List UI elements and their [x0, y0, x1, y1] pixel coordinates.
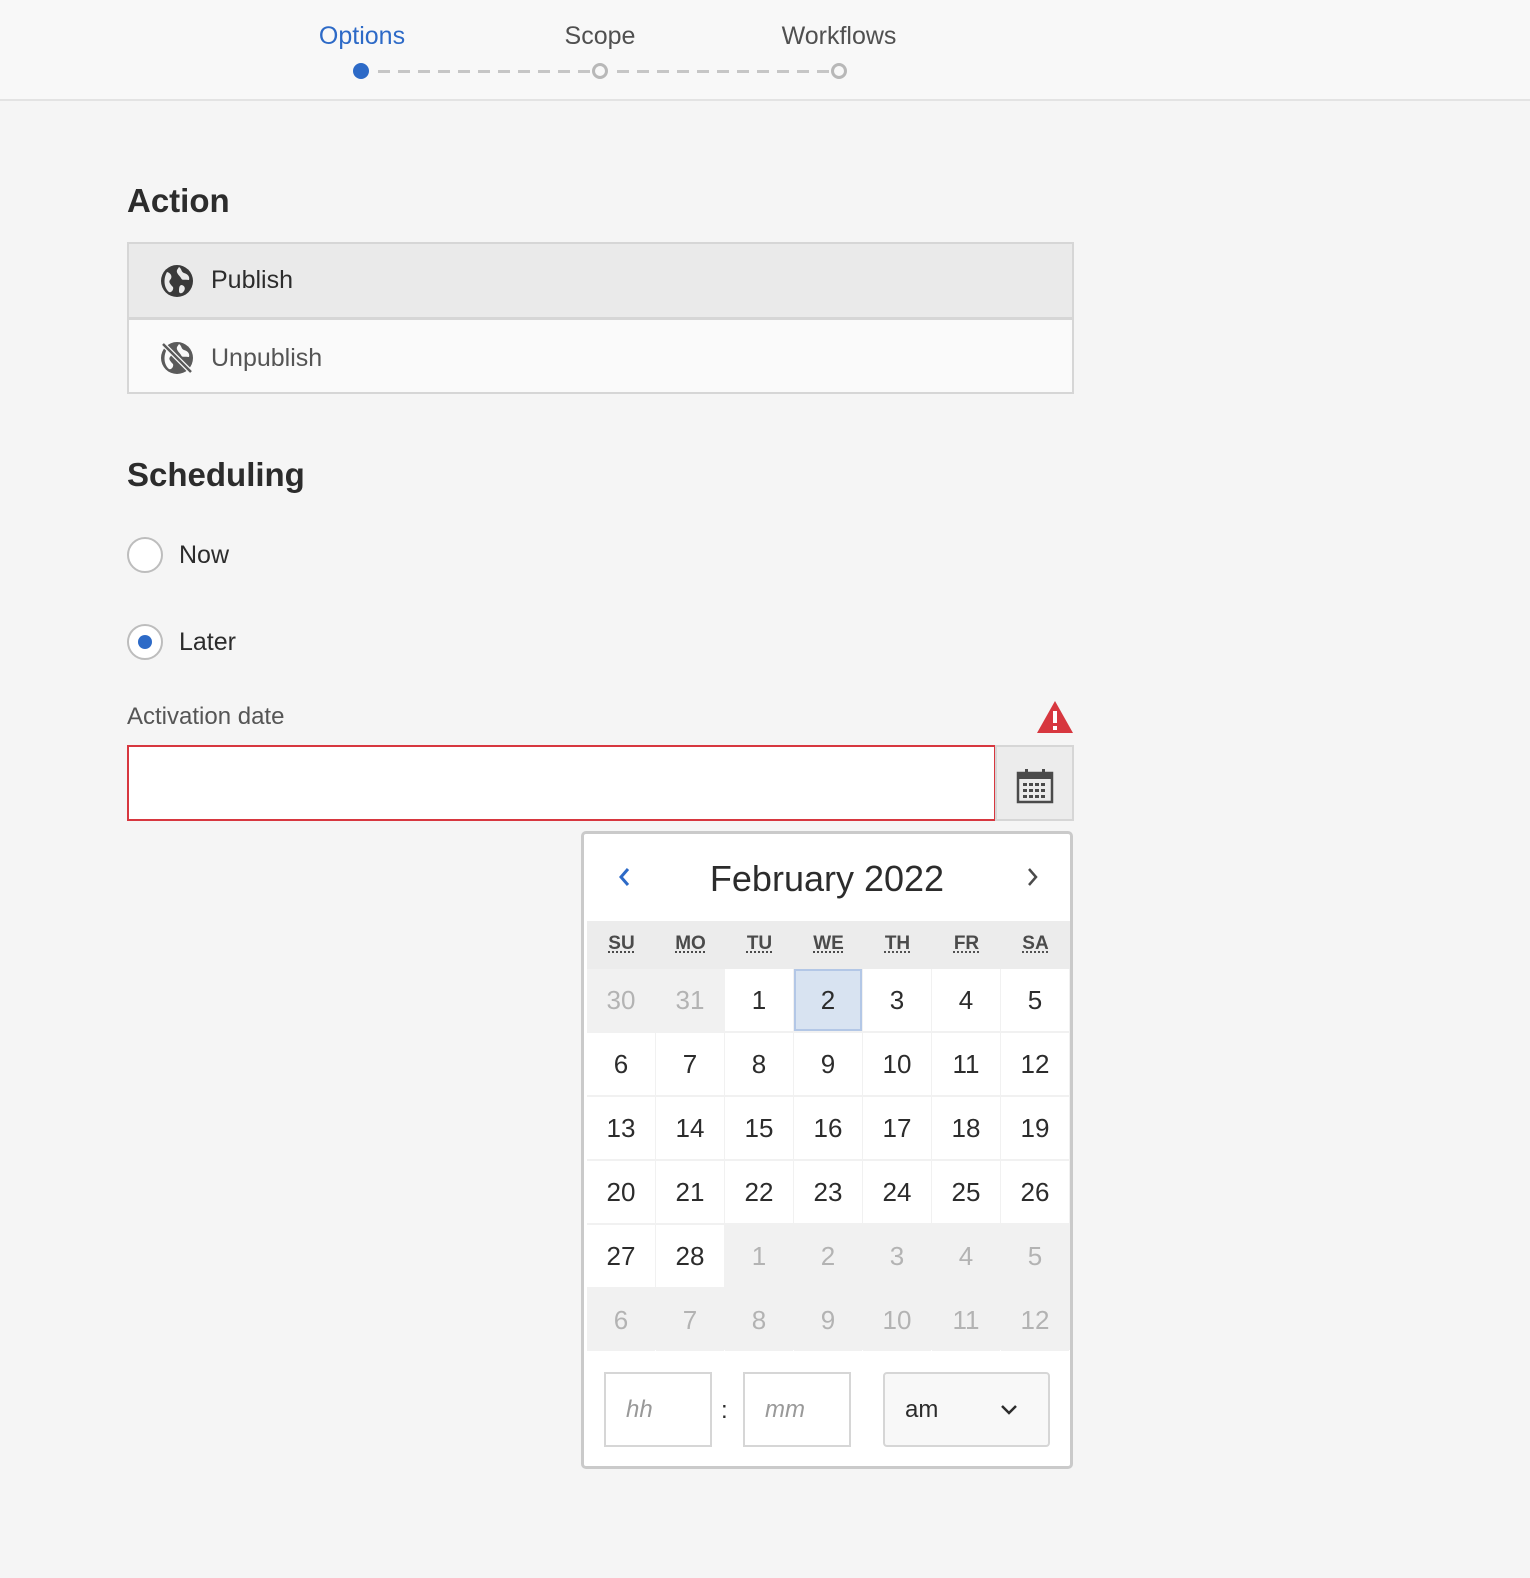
- step-connector: [617, 70, 829, 73]
- calendar-day[interactable]: 27: [587, 1225, 655, 1287]
- calendar-day[interactable]: 4: [932, 969, 1000, 1031]
- radio-label: Later: [179, 627, 236, 656]
- action-item-publish[interactable]: Publish: [129, 244, 1072, 320]
- calendar-header: February 2022: [584, 834, 1070, 920]
- step-workflows-dot[interactable]: [831, 63, 847, 79]
- calendar-day-outside-month[interactable]: 7: [656, 1289, 724, 1351]
- minute-input[interactable]: mm: [743, 1372, 851, 1447]
- alert-icon: [1037, 701, 1073, 733]
- radio-button[interactable]: [127, 624, 163, 660]
- calendar-day-outside-month[interactable]: 6: [587, 1289, 655, 1351]
- radio-later[interactable]: Later: [127, 624, 236, 660]
- radio-label: Now: [179, 540, 230, 569]
- calendar-day[interactable]: 25: [932, 1161, 1000, 1223]
- radio-button[interactable]: [127, 537, 163, 573]
- calendar-day[interactable]: 1: [725, 969, 793, 1031]
- weekday-label: TU: [746, 933, 773, 954]
- calendar-day-outside-month[interactable]: 1: [725, 1225, 793, 1287]
- calendar-day[interactable]: 10: [863, 1033, 931, 1095]
- calendar-day[interactable]: 9: [794, 1033, 862, 1095]
- chevron-down-icon: [1001, 1405, 1017, 1415]
- globe-off-icon: [161, 342, 193, 374]
- action-item-label: Publish: [211, 266, 293, 294]
- activation-date-input[interactable]: [127, 745, 996, 821]
- calendar-day-outside-month[interactable]: 5: [1001, 1225, 1069, 1287]
- datepicker-popover: February 2022 SU MO TU WE TH FR SA 30 31 1 2 3 4 5 6 7…: [581, 831, 1073, 1469]
- globe-icon: [161, 264, 193, 297]
- calendar-day[interactable]: 17: [863, 1097, 931, 1159]
- radio-now[interactable]: Now: [127, 537, 229, 573]
- step-options-dot[interactable]: [353, 63, 369, 79]
- calendar-day-outside-month[interactable]: 12: [1001, 1289, 1069, 1351]
- action-item-unpublish[interactable]: Unpublish: [129, 321, 1072, 395]
- calendar-day-outside-month[interactable]: 11: [932, 1289, 1000, 1351]
- calendar-day-outside-month[interactable]: 3: [863, 1225, 931, 1287]
- calendar-day[interactable]: 12: [1001, 1033, 1069, 1095]
- activation-date-label: Activation date: [127, 703, 285, 730]
- calendar-day[interactable]: 6: [587, 1033, 655, 1095]
- weekday-label: TH: [884, 933, 911, 954]
- action-heading: Action: [127, 182, 230, 219]
- hour-input[interactable]: hh: [604, 1372, 712, 1447]
- calendar-day[interactable]: 3: [863, 969, 931, 1031]
- weekday-label: SU: [608, 933, 635, 954]
- calendar-day-outside-month[interactable]: 30: [587, 969, 655, 1031]
- action-item-label: Unpublish: [211, 343, 323, 372]
- calendar-day-outside-month[interactable]: 9: [794, 1289, 862, 1351]
- chevron-right-icon[interactable]: [1019, 864, 1045, 890]
- calendar-day[interactable]: 14: [656, 1097, 724, 1159]
- calendar-month-title: February 2022: [709, 858, 945, 899]
- calendar-day[interactable]: 28: [656, 1225, 724, 1287]
- calendar-day-outside-month[interactable]: 31: [656, 969, 724, 1031]
- weekday-label: FR: [953, 933, 980, 954]
- calendar-day[interactable]: 18: [932, 1097, 1000, 1159]
- calendar-day[interactable]: 2: [794, 969, 862, 1031]
- calendar-day-outside-month[interactable]: 4: [932, 1225, 1000, 1287]
- weekday-header-row: SU MO TU WE TH FR SA: [587, 921, 1070, 969]
- calendar-day[interactable]: 11: [932, 1033, 1000, 1095]
- wizard-stepbar: Options Scope Workflows: [0, 0, 1530, 101]
- step-workflows-label[interactable]: Workflows: [782, 22, 897, 51]
- meridiem-select[interactable]: am: [883, 1372, 1050, 1447]
- scheduling-heading: Scheduling: [127, 456, 305, 493]
- calendar-day[interactable]: 26: [1001, 1161, 1069, 1223]
- calendar-day[interactable]: 22: [725, 1161, 793, 1223]
- calendar-day[interactable]: 21: [656, 1161, 724, 1223]
- calendar-day[interactable]: 5: [1001, 969, 1069, 1031]
- step-connector: [378, 70, 590, 73]
- calendar-day-outside-month[interactable]: 8: [725, 1289, 793, 1351]
- step-scope-label[interactable]: Scope: [565, 22, 636, 51]
- calendar-day-grid: 30 31 1 2 3 4 5 6 7 8 9 10 11 12 13 14 15 16 17 18 19 20 21 22 2…: [587, 969, 1070, 1351]
- calendar-day-outside-month[interactable]: 2: [794, 1225, 862, 1287]
- calendar-day[interactable]: 24: [863, 1161, 931, 1223]
- calendar-day-outside-month[interactable]: 10: [863, 1289, 931, 1351]
- weekday-label: WE: [813, 933, 844, 954]
- calendar-day[interactable]: 7: [656, 1033, 724, 1095]
- meridiem-value: am: [905, 1395, 939, 1423]
- calendar-day[interactable]: 15: [725, 1097, 793, 1159]
- step-scope-dot[interactable]: [592, 63, 608, 79]
- weekday-label: SA: [1022, 933, 1049, 954]
- calendar-icon: [1016, 769, 1054, 804]
- step-options-label[interactable]: Options: [319, 22, 405, 51]
- time-separator: :: [721, 1397, 728, 1424]
- calendar-day[interactable]: 20: [587, 1161, 655, 1223]
- action-list: Publish Unpublish: [127, 242, 1074, 394]
- calendar-button[interactable]: [995, 745, 1074, 821]
- weekday-label: MO: [675, 933, 706, 954]
- calendar-day[interactable]: 16: [794, 1097, 862, 1159]
- calendar-day[interactable]: 13: [587, 1097, 655, 1159]
- calendar-day[interactable]: 19: [1001, 1097, 1069, 1159]
- calendar-day[interactable]: 8: [725, 1033, 793, 1095]
- calendar-day[interactable]: 23: [794, 1161, 862, 1223]
